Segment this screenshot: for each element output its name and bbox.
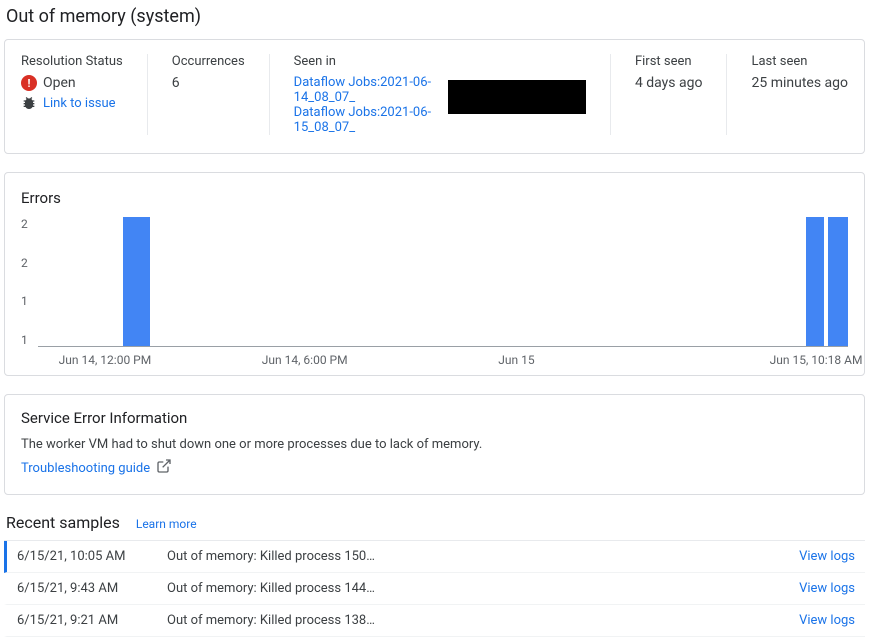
status-value: Open: [43, 75, 76, 91]
occurrences-label: Occurrences: [172, 54, 245, 69]
sample-time: 6/15/21, 10:05 AM: [17, 549, 167, 564]
page-title: Out of memory (system): [6, 6, 865, 27]
chart-bar: [828, 217, 848, 346]
sample-message: Out of memory: Killed process 150…: [167, 549, 799, 564]
y-tick: 2: [21, 256, 28, 270]
x-tick: Jun 15, 10:18 AM: [770, 353, 863, 367]
y-tick: 1: [21, 294, 28, 308]
recent-samples-title: Recent samples: [6, 513, 120, 532]
seen-in-col: Seen in Dataflow Jobs:2021-06-14_08_07_ …: [294, 54, 611, 135]
x-tick: Jun 14, 12:00 PM: [59, 353, 152, 367]
sample-time: 6/15/21, 9:43 AM: [17, 581, 167, 596]
external-link-icon: [156, 458, 172, 478]
errors-chart: 2 2 1 1: [21, 217, 848, 347]
y-axis: 2 2 1 1: [21, 217, 38, 347]
sample-row: 6/15/21, 10:05 AMOut of memory: Killed p…: [4, 541, 865, 573]
sample-row: 6/15/21, 9:21 AMOut of memory: Killed pr…: [4, 605, 865, 637]
first-seen-col: First seen 4 days ago: [635, 54, 728, 135]
resolution-status-label: Resolution Status: [21, 54, 123, 69]
service-info-text: The worker VM had to shut down one or mo…: [21, 437, 848, 452]
x-tick: Jun 14, 6:00 PM: [262, 353, 348, 367]
x-axis: Jun 14, 12:00 PMJun 14, 6:00 PMJun 15Jun…: [49, 347, 848, 365]
last-seen-label: Last seen: [751, 54, 848, 69]
sample-row: 6/15/21, 9:43 AMOut of memory: Killed pr…: [4, 573, 865, 605]
y-tick: 1: [21, 333, 28, 347]
troubleshooting-guide-link[interactable]: Troubleshooting guide: [21, 458, 172, 478]
bug-icon: [21, 95, 37, 111]
sample-time: 6/15/21, 9:21 AM: [17, 613, 167, 628]
learn-more-link[interactable]: Learn more: [136, 517, 197, 531]
troubleshooting-guide-label: Troubleshooting guide: [21, 461, 150, 476]
recent-samples-header: Recent samples Learn more: [6, 513, 865, 532]
resolution-status-col: Resolution Status ! Open Link to issue: [21, 54, 148, 135]
plot-area: [38, 217, 848, 347]
last-seen-value: 25 minutes ago: [751, 75, 848, 91]
errors-panel: Errors 2 2 1 1 Jun 14, 12:00 PM Jun 14, 6…: [4, 172, 865, 376]
service-info-title: Service Error Information: [21, 409, 848, 427]
service-info-panel: Service Error Information The worker VM …: [4, 394, 865, 495]
sample-message: Out of memory: Killed process 144…: [167, 581, 799, 596]
seen-in-link-0[interactable]: Dataflow Jobs:2021-06-14_08_07_: [294, 75, 431, 105]
occurrences-col: Occurrences 6: [172, 54, 270, 135]
last-seen-col: Last seen 25 minutes ago: [751, 54, 848, 135]
seen-in-label: Seen in: [294, 54, 586, 69]
view-logs-link[interactable]: View logs: [799, 613, 855, 628]
redacted-block: [448, 80, 586, 114]
y-tick: 2: [21, 217, 28, 231]
view-logs-link[interactable]: View logs: [799, 549, 855, 564]
first-seen-label: First seen: [635, 54, 703, 69]
errors-title: Errors: [21, 189, 848, 207]
link-to-issue[interactable]: Link to issue: [43, 96, 116, 111]
samples-table: 6/15/21, 10:05 AMOut of memory: Killed p…: [4, 540, 865, 637]
error-icon: !: [21, 75, 37, 91]
x-tick: Jun 15: [498, 353, 534, 367]
chart-bar: [806, 217, 824, 346]
first-seen-value: 4 days ago: [635, 75, 703, 91]
sample-message: Out of memory: Killed process 138…: [167, 613, 799, 628]
view-logs-link[interactable]: View logs: [799, 581, 855, 596]
occurrences-value: 6: [172, 75, 245, 91]
seen-in-link-1[interactable]: Dataflow Jobs:2021-06-15_08_07_: [294, 105, 431, 135]
summary-panel: Resolution Status ! Open Link to issue O…: [4, 39, 865, 154]
chart-bar: [123, 217, 151, 346]
